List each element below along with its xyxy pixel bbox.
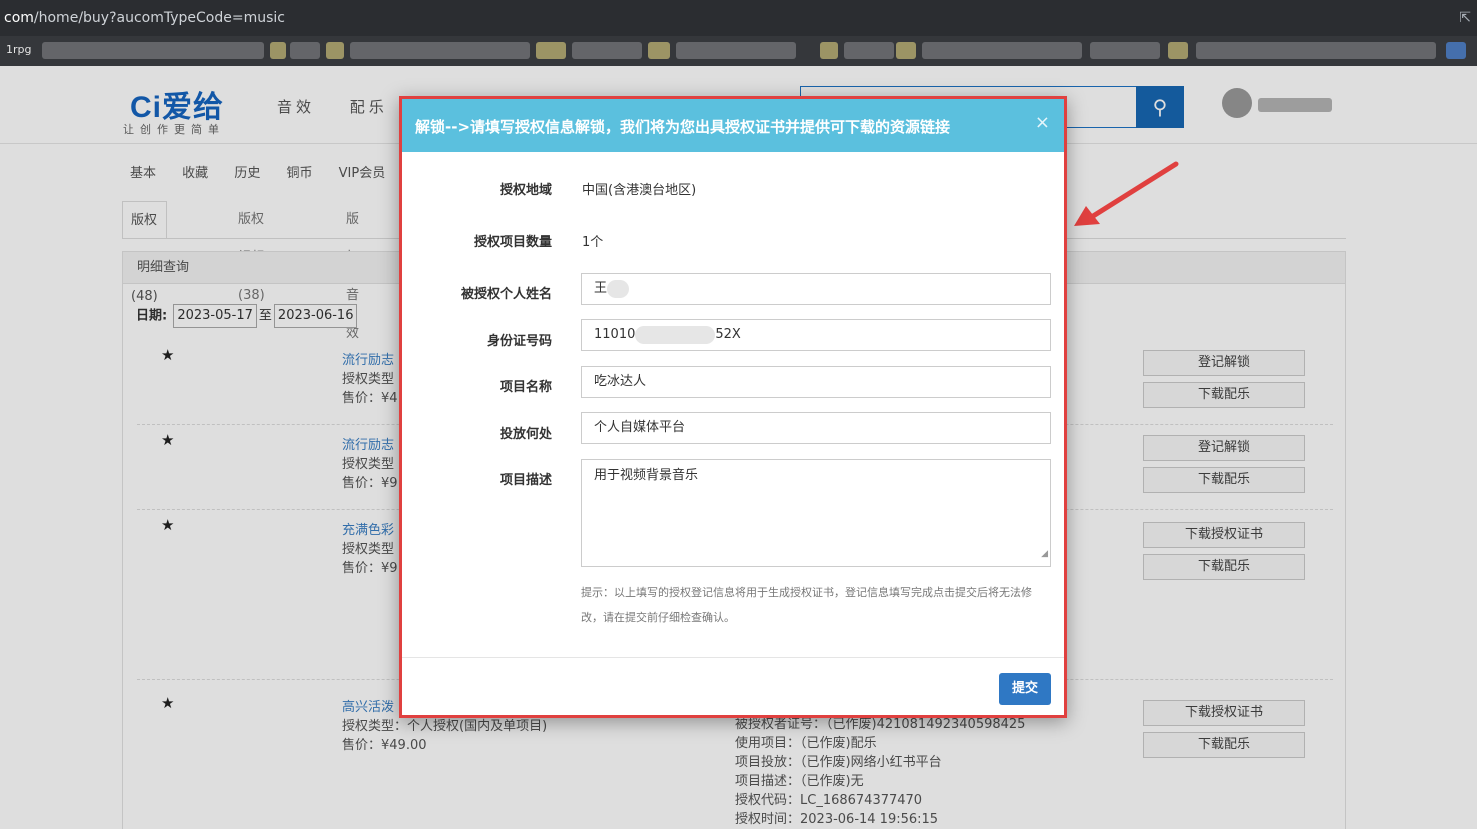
blurred-bookmark[interactable]: [820, 42, 838, 59]
project-name-field[interactable]: 吃冰达人: [581, 366, 1051, 398]
description-label: 项目描述: [499, 473, 552, 488]
blurred-bookmark[interactable]: [536, 42, 566, 59]
blurred-bookmark[interactable]: [922, 42, 1082, 59]
bookmark-label[interactable]: 1rpg: [6, 43, 32, 56]
close-icon[interactable]: ×: [1035, 112, 1050, 133]
licensee-name-field[interactable]: 王: [581, 273, 1051, 305]
blurred-bookmark[interactable]: [1196, 42, 1436, 59]
blurred-bookmark[interactable]: [326, 42, 344, 59]
share-icon[interactable]: ⇱: [1459, 0, 1471, 36]
submit-button[interactable]: 提交: [999, 673, 1051, 705]
region-label: 授权地域: [499, 183, 552, 198]
description-textarea[interactable]: 用于视频背景音乐 ◢: [581, 459, 1051, 567]
id-number-field[interactable]: 11010 52X: [581, 319, 1051, 351]
address-bar[interactable]: com/home/buy?aucomTypeCode=music ⇱: [0, 0, 1477, 36]
blurred-bookmark[interactable]: [676, 42, 796, 59]
id-number-start: 11010: [594, 327, 636, 342]
dialog-title: 解锁-->请填写授权信息解锁，我们将为您出具授权证书并提供可下载的资源链接: [415, 118, 951, 136]
blurred-bookmark[interactable]: [290, 42, 320, 59]
submit-hint: 提示：以上填写的授权登记信息将用于生成授权证书，登记信息填写完成点击提交后将无法…: [581, 586, 1032, 624]
blurred-bookmark[interactable]: [42, 42, 264, 59]
url-path: /home/buy?aucomTypeCode=music: [33, 10, 285, 26]
project-name-label: 项目名称: [499, 380, 552, 395]
dialog-footer-divider: [402, 657, 1064, 658]
redacted-id: [635, 325, 716, 344]
blurred-bookmark[interactable]: [648, 42, 670, 59]
placement-label: 投放何处: [499, 427, 552, 442]
bookmarks-bar: 1rpg: [0, 36, 1477, 66]
blurred-bookmark[interactable]: [1446, 42, 1466, 59]
annotation-arrow: [1074, 161, 1179, 226]
dialog-header: 解锁-->请填写授权信息解锁，我们将为您出具授权证书并提供可下载的资源链接 ×: [402, 99, 1064, 152]
blurred-bookmark[interactable]: [350, 42, 530, 59]
redacted-name: [607, 279, 630, 298]
resize-handle-icon[interactable]: ◢: [1041, 544, 1048, 564]
licensee-name-label: 被授权个人姓名: [460, 287, 552, 302]
placement-field[interactable]: 个人自媒体平台: [581, 412, 1051, 444]
id-number-label: 身份证号码: [486, 334, 552, 349]
blurred-bookmark[interactable]: [270, 42, 286, 59]
region-value: 中国(含港澳台地区): [582, 183, 697, 198]
blurred-bookmark[interactable]: [572, 42, 642, 59]
unlock-dialog: 解锁-->请填写授权信息解锁，我们将为您出具授权证书并提供可下载的资源链接 × …: [399, 96, 1067, 718]
blurred-bookmark[interactable]: [1090, 42, 1160, 59]
blurred-bookmark[interactable]: [1168, 42, 1188, 59]
url-host: com: [4, 10, 34, 26]
id-number-end: 52X: [715, 327, 741, 342]
project-count-label: 授权项目数量: [473, 235, 552, 250]
description-value: 用于视频背景音乐: [594, 468, 699, 483]
project-count-value: 1个: [582, 235, 604, 250]
licensee-name-value: 王: [594, 281, 608, 296]
blurred-bookmark[interactable]: [844, 42, 894, 59]
blurred-bookmark[interactable]: [896, 42, 916, 59]
